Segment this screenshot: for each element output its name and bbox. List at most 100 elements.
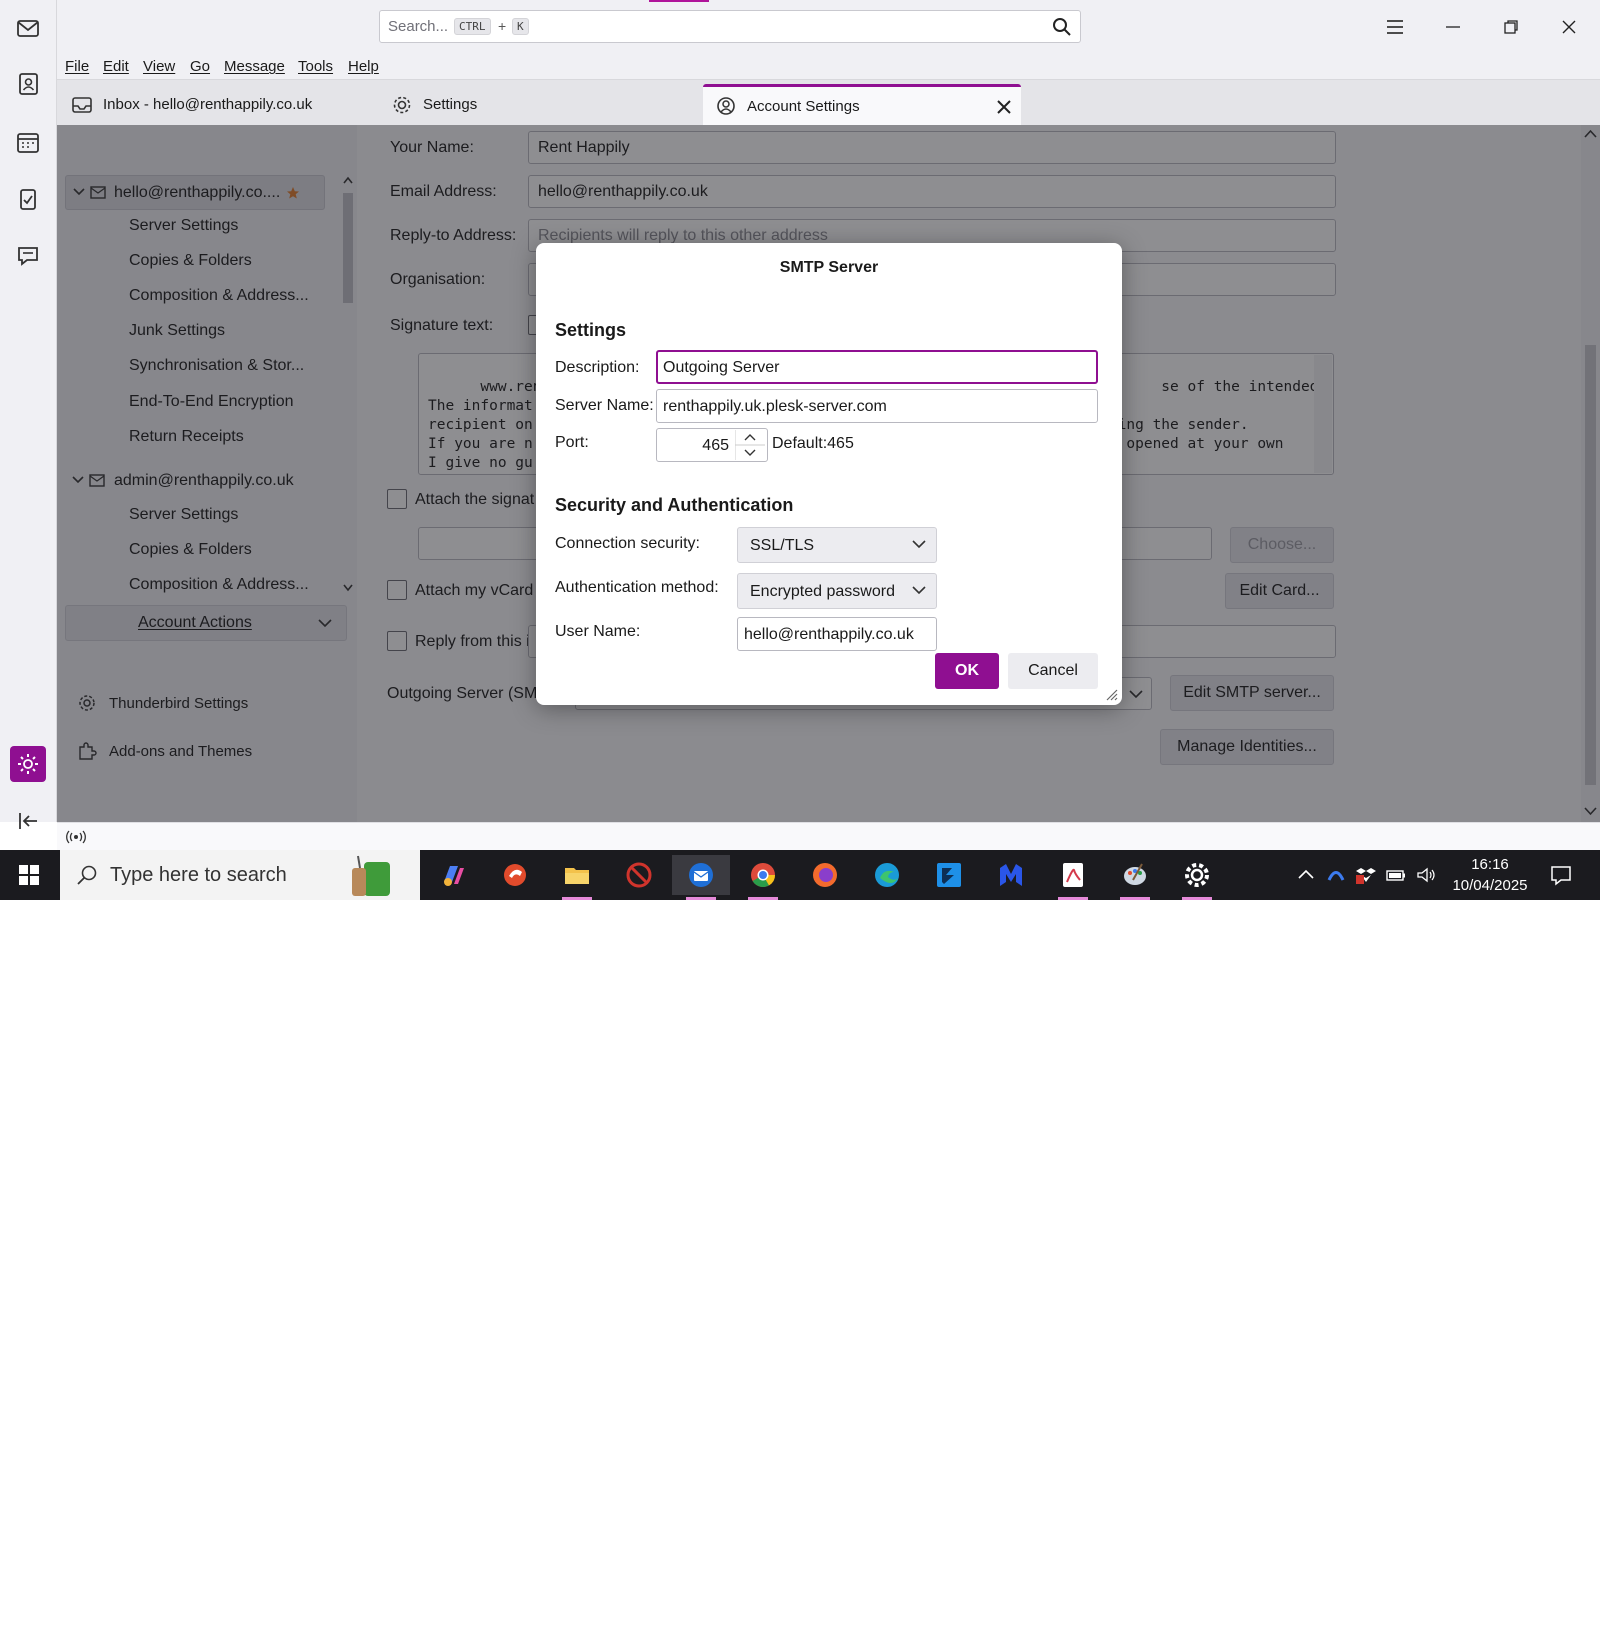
tab-settings[interactable]: Settings <box>391 84 751 125</box>
app-menu-icon[interactable] <box>1380 12 1410 42</box>
inbox-icon <box>71 94 93 116</box>
port-field[interactable]: 465 <box>656 428 768 462</box>
tab-label: Settings <box>423 96 478 113</box>
menu-tools[interactable]: Tools <box>298 58 333 75</box>
blocked-app-icon[interactable] <box>610 855 668 895</box>
shortcut-plus: + <box>498 18 507 34</box>
running-indicator <box>748 897 778 900</box>
menu-file[interactable]: File <box>65 58 89 75</box>
menu-view[interactable]: View <box>143 58 175 75</box>
close-window-icon[interactable] <box>1554 12 1584 42</box>
user-name-label: User Name: <box>555 623 641 640</box>
tasks-icon[interactable] <box>10 181 46 217</box>
auth-method-value: Encrypted password <box>750 583 895 600</box>
menu-edit[interactable]: Edit <box>103 58 129 75</box>
mail-icon[interactable] <box>10 10 46 46</box>
server-name-field[interactable]: renthappily.uk.plesk-server.com <box>656 389 1098 423</box>
taskbar-search-placeholder: Type here to search <box>110 864 287 886</box>
tab-bar: Inbox - hello@renthappily.co.uk Settings… <box>57 80 1600 125</box>
shortcut-key-ctrl: CTRL <box>454 18 491 35</box>
connection-security-label: Connection security: <box>555 535 700 552</box>
pdf-icon[interactable] <box>1044 855 1102 900</box>
connection-security-value: SSL/TLS <box>750 537 815 554</box>
port-label: Port: <box>555 434 589 451</box>
clock-time: 16:16 <box>1471 856 1509 873</box>
search-icon <box>77 865 97 885</box>
app-blue-icon[interactable] <box>920 855 978 895</box>
running-indicator <box>562 897 592 900</box>
running-indicator <box>1120 897 1150 900</box>
dialog-title: SMTP Server <box>779 259 879 276</box>
firefox-icon[interactable] <box>796 855 854 895</box>
golf-bag-icon <box>352 855 390 896</box>
settings-gear-icon[interactable] <box>10 746 46 782</box>
clock-date: 10/04/2025 <box>1452 877 1528 894</box>
account-settings-icon <box>715 95 737 117</box>
settings-taskbar-icon[interactable] <box>1168 855 1226 900</box>
menu-help[interactable]: Help <box>348 58 379 75</box>
malwarebytes-icon[interactable] <box>982 855 1040 895</box>
taskbar-search-box[interactable]: Type here to search <box>60 850 420 900</box>
restore-icon[interactable] <box>1496 12 1526 42</box>
close-tab-icon[interactable] <box>993 96 1015 118</box>
connection-security-select[interactable]: SSL/TLS <box>737 527 937 563</box>
edge-icon[interactable] <box>858 855 916 895</box>
ok-button[interactable]: OK <box>935 653 999 689</box>
chrome-icon[interactable] <box>734 855 792 900</box>
resize-grip-icon[interactable] <box>1104 687 1118 701</box>
tray-app-icon[interactable] <box>1326 865 1346 885</box>
calendar-icon[interactable] <box>10 124 46 160</box>
running-indicator <box>1058 897 1088 900</box>
chevron-down-icon <box>912 540 926 549</box>
notifications-icon[interactable] <box>1549 863 1573 887</box>
menu-message[interactable]: Message <box>224 58 285 75</box>
port-spinner-icon[interactable] <box>735 430 765 460</box>
battery-icon[interactable] <box>1386 865 1406 885</box>
gear-icon <box>391 94 413 116</box>
description-label: Description: <box>555 359 640 376</box>
cancel-button[interactable]: Cancel <box>1008 653 1098 689</box>
thunderbird-taskbar-icon[interactable] <box>672 855 730 900</box>
windows-taskbar: Type here to search 16:16 10/04/2025 <box>0 850 1600 900</box>
port-value: 465 <box>702 437 729 454</box>
online-status-icon[interactable] <box>65 829 87 845</box>
spaces-toolbar <box>0 0 57 829</box>
running-indicator <box>1182 897 1212 900</box>
security-heading: Security and Authentication <box>555 495 794 515</box>
running-indicator <box>686 897 716 900</box>
auth-method-select[interactable]: Encrypted password <box>737 573 937 609</box>
address-book-icon[interactable] <box>10 66 46 102</box>
file-explorer-icon[interactable] <box>548 855 606 900</box>
menu-bar: File Edit View Go Message Tools Help <box>57 54 1600 80</box>
status-bar <box>57 822 1600 850</box>
user-name-field[interactable]: hello@renthappily.co.uk <box>737 617 937 651</box>
auth-method-label: Authentication method: <box>555 579 719 596</box>
search-icon[interactable] <box>1052 17 1072 42</box>
dropbox-icon[interactable] <box>1356 865 1376 885</box>
title-bar: Search... CTRL + K <box>57 0 1600 54</box>
tab-label: Inbox - hello@renthappily.co.uk <box>103 96 313 113</box>
chevron-down-icon <box>912 586 926 595</box>
global-search-input[interactable]: Search... CTRL + K <box>379 10 1081 43</box>
tab-inbox[interactable]: Inbox - hello@renthappily.co.uk <box>71 84 371 125</box>
ccleaner-icon[interactable] <box>486 855 544 895</box>
show-hidden-icons-icon[interactable] <box>1296 865 1316 885</box>
paint-icon[interactable] <box>1106 855 1164 900</box>
collapse-sidebar-icon[interactable] <box>10 803 46 839</box>
minimize-icon[interactable] <box>1438 12 1468 42</box>
smtp-server-dialog: SMTP Server Settings Description: Outgoi… <box>536 243 1122 705</box>
description-field[interactable]: Outgoing Server <box>656 350 1098 384</box>
copilot-icon[interactable] <box>424 855 482 895</box>
tab-accent-line <box>649 0 709 2</box>
taskbar-clock[interactable]: 16:16 10/04/2025 <box>1450 854 1530 896</box>
tab-label: Account Settings <box>747 97 860 115</box>
windows-start-icon[interactable] <box>0 850 58 900</box>
tab-account-settings[interactable]: Account Settings <box>703 84 1021 125</box>
menu-go[interactable]: Go <box>190 58 210 75</box>
shortcut-key-k: K <box>512 18 529 35</box>
server-name-label: Server Name: <box>555 397 654 414</box>
chat-icon[interactable] <box>10 238 46 274</box>
settings-heading: Settings <box>555 320 627 340</box>
default-port-label: Default:465 <box>772 435 854 452</box>
volume-icon[interactable] <box>1416 865 1436 885</box>
